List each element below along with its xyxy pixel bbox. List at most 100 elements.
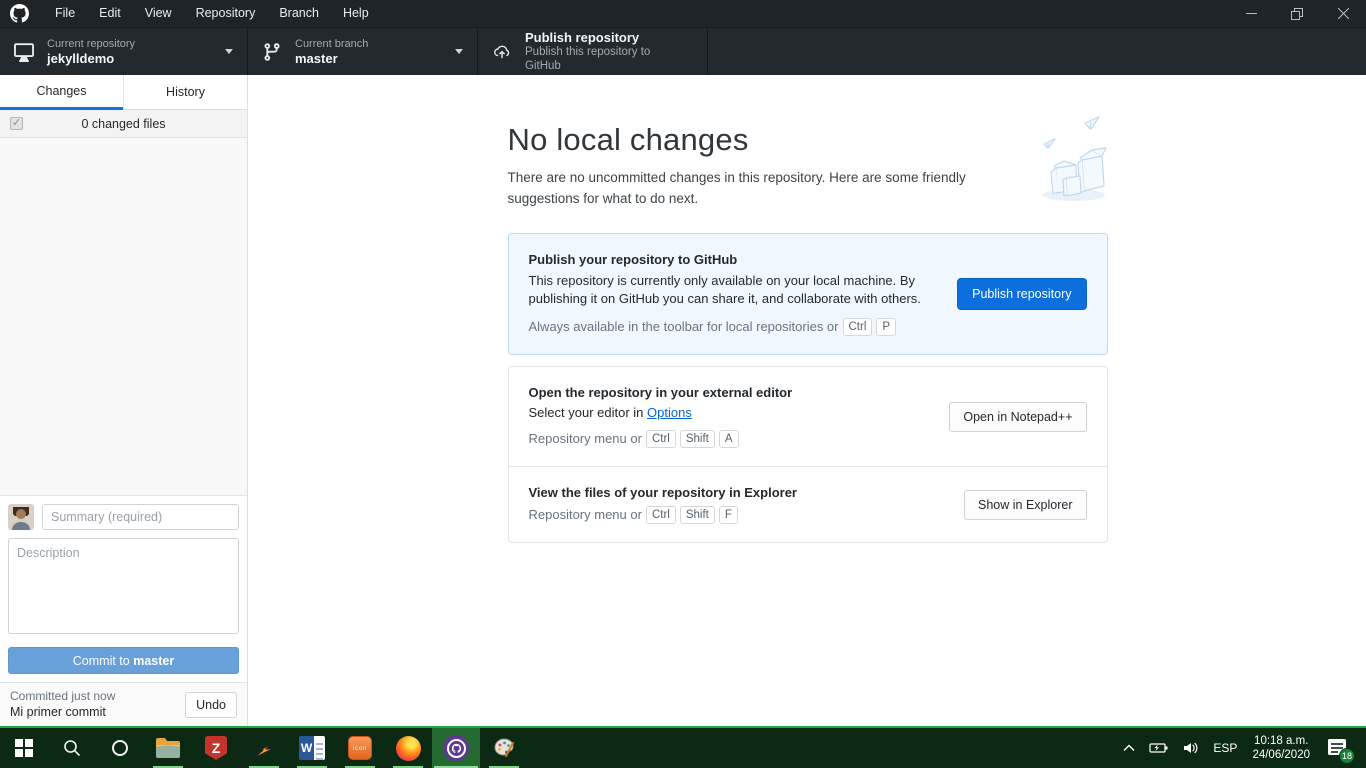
github-octocat-logo-icon [10, 4, 29, 23]
paper-stack-illustration [1030, 114, 1114, 204]
explorer-shortcut-hint: Repository menu orCtrlShiftF [529, 506, 947, 524]
clock-time: 10:18 a.m. [1252, 734, 1310, 748]
kbd-f: F [719, 506, 738, 524]
undo-button[interactable]: Undo [185, 692, 237, 718]
chevron-down-icon [455, 49, 463, 54]
editor-shortcut-text: Repository menu or [529, 431, 642, 446]
language-indicator[interactable]: ESP [1206, 728, 1244, 768]
windows-logo-icon [15, 739, 33, 757]
publish-hint-text: Always available in the toolbar for loca… [529, 319, 839, 334]
commit-to-master-button[interactable]: Commit to master [8, 647, 239, 674]
editor-shortcut-hint: Repository menu or CtrlShiftA [529, 430, 932, 448]
publish-repository-button[interactable]: Publish repository [957, 278, 1086, 310]
tray-chevron-up[interactable] [1116, 728, 1142, 768]
commit-status-text: Committed just now [10, 689, 185, 704]
system-tray: ESP 10:18 a.m. 24/06/2020 18 [1116, 728, 1366, 768]
menu-edit[interactable]: Edit [87, 0, 133, 27]
icon-app-button[interactable]: icon [336, 728, 384, 768]
tab-changes[interactable]: Changes [0, 75, 123, 110]
desktop-computer-icon [14, 42, 34, 62]
tray-battery[interactable] [1142, 728, 1176, 768]
kbd-shift: Shift [680, 506, 715, 524]
menu-help[interactable]: Help [331, 0, 381, 27]
current-branch-value: master [295, 51, 368, 66]
publish-suggestion-card: Publish your repository to GitHub This r… [508, 233, 1108, 355]
github-desktop-button[interactable] [432, 728, 480, 768]
menu-file[interactable]: File [43, 0, 87, 27]
publish-card-body: This repository is currently only availa… [529, 272, 940, 308]
minimize-button[interactable] [1228, 0, 1274, 27]
current-branch-label: Current branch [295, 37, 368, 51]
changed-files-count: 0 changed files [81, 117, 165, 131]
current-repository-value: jekylldemo [47, 51, 135, 66]
options-link[interactable]: Options [647, 405, 692, 420]
tray-volume[interactable] [1176, 728, 1206, 768]
taskbar-clock[interactable]: 10:18 a.m. 24/06/2020 [1244, 734, 1318, 762]
open-editor-section: Open the repository in your external edi… [509, 367, 1107, 466]
current-repository-dropdown[interactable]: Current repository jekylldemo [0, 28, 248, 75]
open-in-notepad-button[interactable]: Open in Notepad++ [949, 402, 1086, 432]
kbd-ctrl: Ctrl [646, 430, 676, 448]
notification-center-button[interactable]: 18 [1318, 728, 1358, 768]
publish-card-hint: Always available in the toolbar for loca… [529, 318, 940, 336]
firefox-button[interactable] [384, 728, 432, 768]
github-desktop-icon [443, 735, 469, 761]
publish-repository-toolbar-button[interactable]: Publish repository Publish this reposito… [478, 28, 708, 75]
windows-taskbar: Z W icon [0, 728, 1366, 768]
explorer-card-title: View the files of your repository in Exp… [529, 485, 947, 500]
current-branch-dropdown[interactable]: Current branch master [248, 28, 478, 75]
kbd-p: P [876, 318, 896, 336]
user-avatar [8, 504, 34, 530]
kbd-a: A [719, 430, 739, 448]
zotero-icon: Z [205, 736, 227, 760]
publish-repository-subtitle: Publish this repository to GitHub [525, 45, 683, 73]
page-title: No local changes [508, 122, 1108, 158]
firefox-icon [396, 736, 421, 761]
battery-charging-icon [1149, 742, 1169, 754]
paint-button[interactable] [480, 728, 528, 768]
editor-select-hint: Select your editor in Options [529, 405, 932, 420]
clock-date: 24/06/2020 [1252, 748, 1310, 762]
toolbar: Current repository jekylldemo Current br… [0, 28, 1366, 75]
menu-view[interactable]: View [133, 0, 184, 27]
restore-button[interactable] [1274, 0, 1320, 27]
taskbar-search-button[interactable] [48, 728, 96, 768]
menu-repository[interactable]: Repository [184, 0, 268, 27]
start-button[interactable] [0, 728, 48, 768]
icon-app-icon: icon [348, 736, 372, 760]
word-button[interactable]: W [288, 728, 336, 768]
description-input[interactable] [8, 538, 239, 634]
commit-form: Commit to master [0, 495, 247, 682]
chevron-up-icon [1123, 744, 1135, 752]
publish-card-title: Publish your repository to GitHub [529, 252, 940, 267]
commit-button-prefix: Commit to [73, 654, 133, 668]
notification-count-badge: 18 [1339, 748, 1355, 764]
winamp-lightning-icon [252, 736, 276, 760]
summary-input[interactable] [42, 504, 239, 530]
kbd-shift: Shift [680, 430, 715, 448]
cloud-upload-icon [492, 42, 512, 62]
suggestions-card: Open the repository in your external edi… [508, 366, 1108, 543]
zotero-button[interactable]: Z [192, 728, 240, 768]
commit-button-branch: master [133, 654, 174, 668]
file-explorer-button[interactable] [144, 728, 192, 768]
chevron-down-icon [225, 49, 233, 54]
menu-branch[interactable]: Branch [267, 0, 331, 27]
select-all-checkbox[interactable]: ✓ [10, 117, 23, 130]
search-icon [62, 738, 82, 758]
sidebar: Changes History ✓ 0 changed files [0, 75, 248, 726]
publish-repository-title: Publish repository [525, 30, 683, 45]
main-content: No local changes There are no uncommitte… [249, 75, 1366, 726]
changed-files-header: ✓ 0 changed files [0, 110, 247, 138]
editor-hint-text: Select your editor in [529, 405, 648, 420]
show-explorer-section: View the files of your repository in Exp… [509, 466, 1107, 542]
kbd-ctrl: Ctrl [646, 506, 676, 524]
word-letter: W [299, 736, 314, 760]
close-button[interactable] [1320, 0, 1366, 27]
show-in-explorer-button[interactable]: Show in Explorer [964, 490, 1087, 520]
window-controls [1228, 0, 1366, 27]
winamp-button[interactable] [240, 728, 288, 768]
tab-history[interactable]: History [123, 75, 247, 110]
changed-files-list [0, 138, 247, 495]
cortana-button[interactable] [96, 728, 144, 768]
